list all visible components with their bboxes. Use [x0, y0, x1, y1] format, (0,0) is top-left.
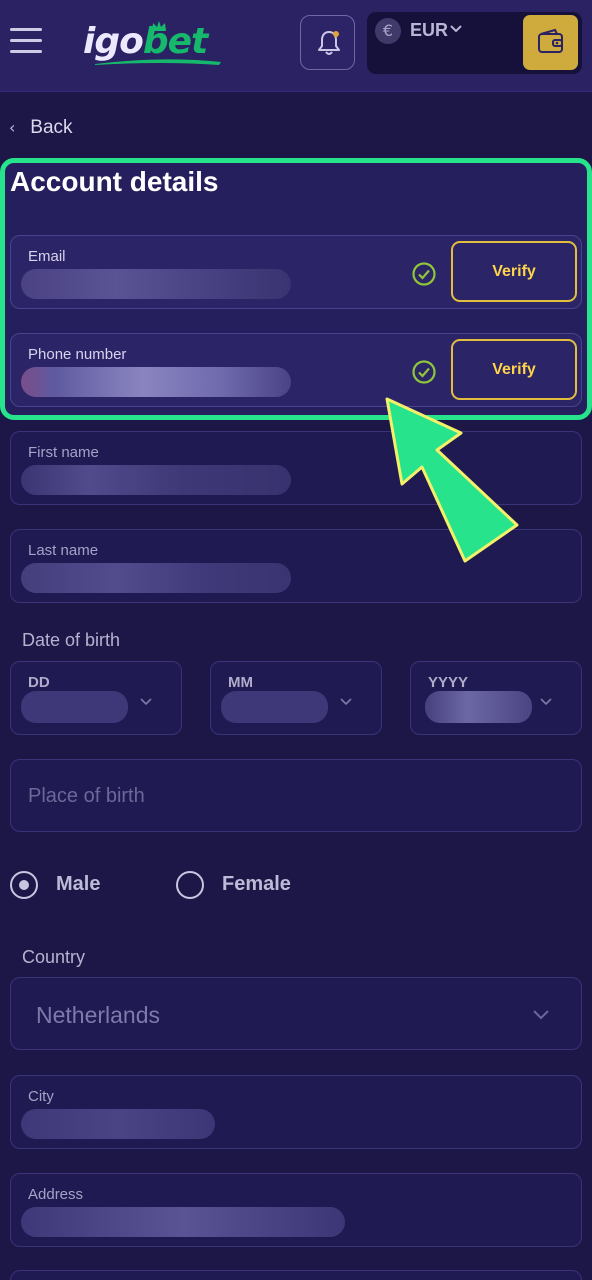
place-of-birth-input[interactable]: Place of birth — [10, 759, 582, 832]
city-label: City — [28, 1088, 54, 1105]
logo[interactable]: igobet — [83, 18, 223, 66]
chevron-left-icon: ‹ — [9, 118, 16, 137]
gender-male-label: Male — [56, 873, 101, 895]
gender-male-radio[interactable]: Male — [10, 871, 130, 899]
hamburger-icon[interactable] — [10, 28, 42, 56]
chevron-down-icon — [533, 1010, 549, 1020]
address-label: Address — [28, 1186, 84, 1203]
dob-year-select[interactable]: YYYY — [410, 661, 582, 735]
page-title: Account details — [10, 166, 219, 197]
account-details-page: igobet € EUR ‹ Back Account details Emai… — [0, 0, 592, 1280]
crown-icon — [152, 21, 166, 31]
first-name-value[interactable] — [21, 465, 291, 495]
gender-female-radio[interactable]: Female — [176, 871, 316, 899]
dob-day-select[interactable]: DD — [10, 661, 182, 735]
check-circle-icon — [412, 262, 436, 286]
dob-year-value[interactable] — [425, 691, 532, 723]
back-link[interactable]: ‹ Back — [9, 117, 73, 143]
country-select[interactable]: Netherlands — [10, 977, 582, 1050]
dob-day-label: DD — [28, 674, 50, 691]
next-field[interactable] — [10, 1270, 582, 1280]
last-name-value[interactable] — [21, 563, 291, 593]
dob-month-value[interactable] — [221, 691, 328, 723]
city-field[interactable]: City — [10, 1075, 582, 1149]
currency-label[interactable]: EUR — [410, 20, 448, 41]
dob-year-label: YYYY — [428, 674, 469, 691]
logo-swoosh — [95, 59, 221, 65]
chevron-down-icon — [340, 698, 352, 706]
city-value[interactable] — [21, 1109, 215, 1139]
country-label: Country — [22, 947, 86, 967]
dob-month-label: MM — [228, 674, 253, 691]
app-header: igobet € EUR — [0, 0, 592, 92]
back-label: Back — [30, 117, 73, 138]
chevron-down-icon — [140, 698, 152, 706]
email-field[interactable]: Email hidden Verify — [10, 235, 582, 309]
dob-day-value[interactable] — [21, 691, 128, 723]
email-label: Email — [28, 248, 66, 265]
pointer-arrow-icon — [385, 397, 519, 563]
last-name-label: Last name — [28, 542, 99, 559]
dob-label: Date of birth — [22, 630, 121, 650]
wallet-icon — [538, 28, 563, 53]
radio-unselected-icon — [176, 871, 204, 899]
bell-icon — [318, 31, 340, 55]
address-value[interactable] — [21, 1207, 345, 1237]
balance-widget[interactable]: € EUR — [367, 12, 582, 74]
chevron-down-icon[interactable] — [449, 21, 463, 35]
logo-text-igo: igo — [83, 21, 144, 62]
phone-value[interactable]: hidden — [21, 367, 291, 397]
notifications-button[interactable] — [300, 15, 355, 70]
place-of-birth-placeholder: Place of birth — [28, 785, 145, 807]
phone-label: Phone number — [28, 346, 127, 363]
chevron-down-icon — [540, 698, 552, 706]
verify-email-button[interactable]: Verify — [451, 241, 577, 302]
gender-female-label: Female — [222, 873, 291, 895]
check-circle-icon — [412, 360, 436, 384]
address-field[interactable]: Address — [10, 1173, 582, 1247]
wallet-button[interactable] — [523, 15, 578, 70]
first-name-label: First name — [28, 444, 99, 461]
email-value[interactable]: hidden — [21, 269, 291, 299]
radio-selected-icon — [10, 871, 38, 899]
country-value: Netherlands — [36, 1002, 161, 1028]
euro-icon: € — [375, 18, 401, 44]
dob-month-select[interactable]: MM — [210, 661, 382, 735]
